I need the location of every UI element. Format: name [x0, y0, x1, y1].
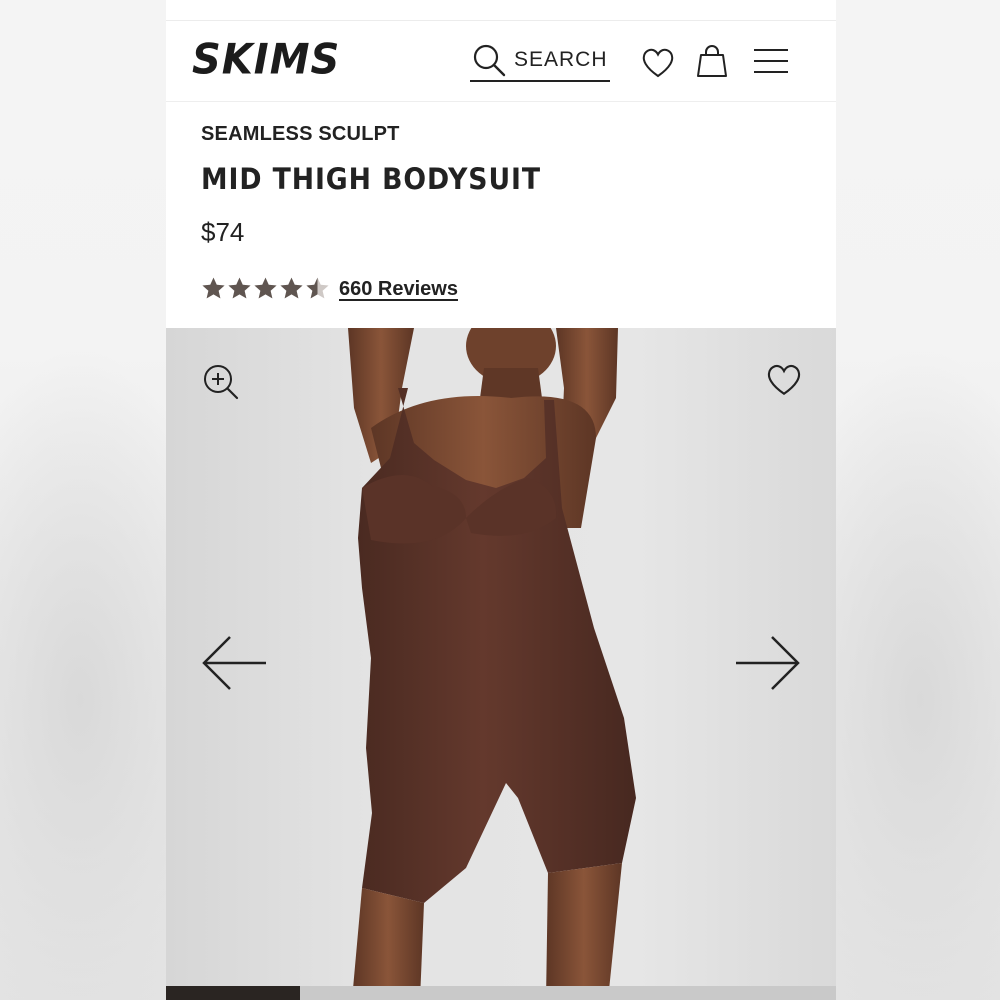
product-title: MID THIGH BODYSUIT — [201, 162, 541, 196]
search-icon — [473, 44, 506, 77]
zoom-in-icon[interactable] — [202, 363, 240, 401]
search-bar[interactable]: SEARCH — [470, 40, 610, 82]
search-label: SEARCH — [514, 48, 608, 71]
arrow-left-icon[interactable] — [200, 634, 268, 692]
product-price: $74 — [201, 217, 245, 247]
product-collection: SEAMLESS SCULPT — [201, 123, 400, 145]
arrow-right-icon[interactable] — [734, 634, 802, 692]
product-image-gallery[interactable] — [166, 328, 836, 1000]
site-header: SKIMS SEARCH — [166, 21, 836, 102]
shopping-bag-icon[interactable] — [696, 43, 728, 79]
star-rating — [201, 276, 330, 301]
reviews-link[interactable]: 660 Reviews — [339, 278, 458, 301]
skims-logo[interactable]: SKIMS — [192, 37, 340, 83]
gallery-progress-track — [166, 986, 836, 1000]
heart-icon[interactable] — [766, 363, 802, 397]
heart-icon[interactable] — [641, 47, 675, 79]
star-icon — [280, 277, 303, 299]
star-icon — [306, 277, 329, 299]
star-icon — [254, 277, 277, 299]
gallery-progress-fill — [166, 986, 300, 1000]
star-icon — [202, 277, 225, 299]
status-strip — [166, 0, 836, 21]
product-page: SKIMS SEARCH SEAMLESS SCULPT MID THIGH B… — [166, 0, 836, 1000]
menu-icon[interactable] — [753, 47, 789, 75]
star-icon — [228, 277, 251, 299]
